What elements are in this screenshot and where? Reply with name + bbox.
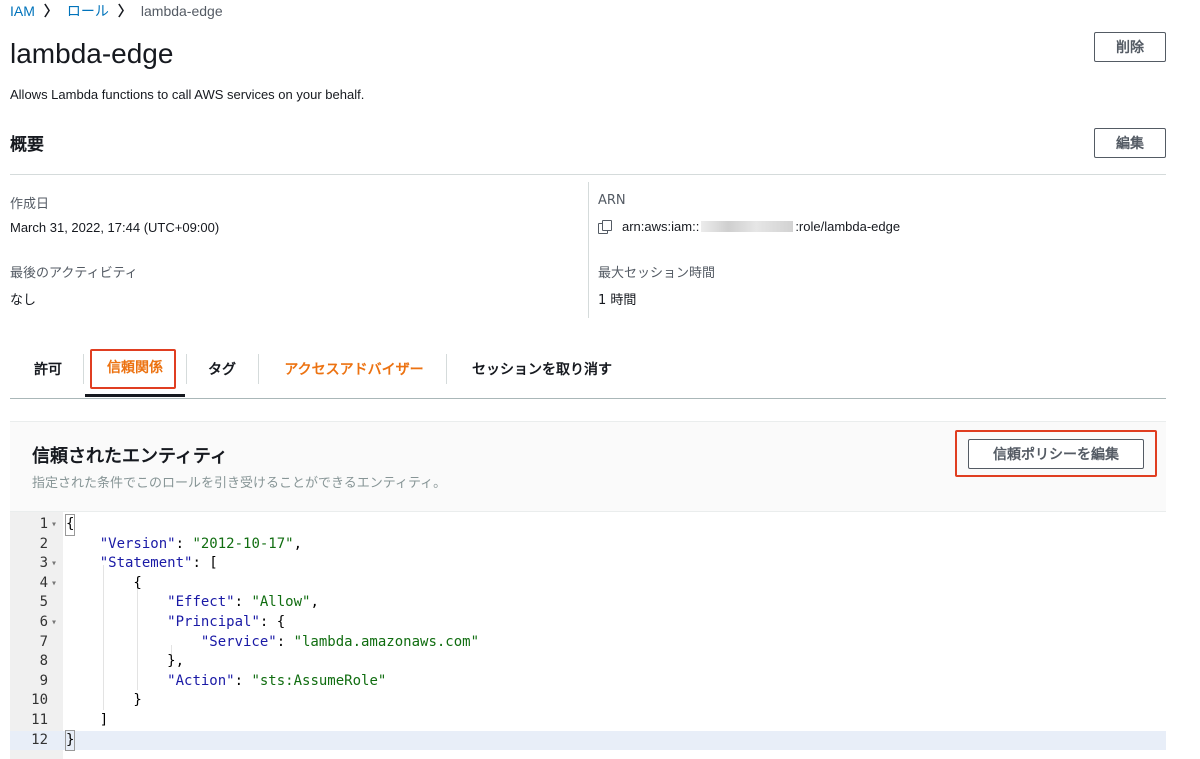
delete-button[interactable]: 削除 <box>1094 32 1166 62</box>
code-text: { <box>66 574 142 591</box>
copy-icon[interactable] <box>598 219 612 234</box>
code-line-active: 12 } <box>10 729 1166 752</box>
panel-header: 信頼されたエンティティ 指定された条件でこのロールを引き受けることができるエンテ… <box>10 422 1166 512</box>
code-line: 7 "Service": "lambda.amazonaws.com" <box>10 633 1166 653</box>
edit-trust-policy-button[interactable]: 信頼ポリシーを編集 <box>968 439 1144 469</box>
code-text: "Principal": { <box>167 614 286 630</box>
tab-permissions[interactable]: 許可 <box>22 340 74 397</box>
role-description: Allows Lambda functions to call AWS serv… <box>10 87 365 102</box>
code-text: } <box>64 729 76 752</box>
code-line: 4 ▾ { <box>10 574 1166 594</box>
tab-separator <box>186 354 187 384</box>
summary-column-divider <box>588 182 589 318</box>
code-line: 3 ▾ "Statement": [ <box>10 554 1166 574</box>
tab-revoke-sessions[interactable]: セッションを取り消す <box>458 340 626 397</box>
line-number: 3 <box>39 555 48 572</box>
code-line: 9 "Action": "sts:AssumeRole" <box>10 672 1166 692</box>
panel-description: 指定された条件でこのロールを引き受けることができるエンティティ。 <box>32 476 447 491</box>
code-text: { <box>64 514 76 536</box>
policy-code-editor[interactable]: 1 ▾ { 2 "Version": "2012-10-17", 3 ▾ "St… <box>10 512 1166 759</box>
code-text: ] <box>66 712 109 728</box>
code-line: 5 "Effect": "Allow", <box>10 593 1166 613</box>
line-number: 1 <box>39 516 48 532</box>
max-session-value: 1 時間 <box>598 293 637 308</box>
arn-label: ARN <box>598 193 626 208</box>
code-text: } <box>66 692 142 709</box>
tab-separator <box>83 354 84 384</box>
breadcrumb-roles-link[interactable]: ロール <box>67 1 109 21</box>
tab-tags[interactable]: タグ <box>196 340 248 397</box>
tab-separator <box>258 354 259 384</box>
page-title: lambda-edge <box>10 38 174 69</box>
fold-arrow-icon[interactable]: ▾ <box>51 554 57 574</box>
arn-prefix: arn:aws:iam:: <box>622 219 700 234</box>
code-text: }, <box>66 653 185 670</box>
code-line: 6 ▾ "Principal": { <box>10 613 1166 633</box>
line-number: 7 <box>39 633 48 650</box>
redacted-account-id <box>701 221 794 232</box>
line-number: 10 <box>31 692 48 709</box>
code-line: 11 ] <box>10 711 1166 731</box>
code-text: "Action": "sts:AssumeRole" <box>167 672 387 689</box>
code-text: "Service": "lambda.amazonaws.com" <box>200 633 480 650</box>
fold-arrow-icon[interactable]: ▾ <box>51 574 57 594</box>
summary-heading: 概要 <box>10 135 44 155</box>
tab-separator <box>446 354 447 384</box>
breadcrumb: IAM 〉 ロール 〉 lambda-edge <box>10 0 223 22</box>
max-session-label: 最大セッション時間 <box>598 266 716 281</box>
breadcrumb-current: lambda-edge <box>140 3 223 19</box>
arn-value: arn:aws:iam:: :role/lambda-edge <box>598 219 900 234</box>
last-activity-value: なし <box>10 293 37 308</box>
tab-access-advisor[interactable]: アクセスアドバイザー <box>270 340 438 397</box>
breadcrumb-iam-link[interactable]: IAM <box>10 3 35 19</box>
created-label: 作成日 <box>10 197 50 212</box>
chevron-right-icon: 〉 <box>117 3 132 19</box>
trusted-entities-panel: 信頼されたエンティティ 指定された条件でこのロールを引き受けることができるエンテ… <box>10 421 1166 759</box>
line-number: 9 <box>39 672 48 689</box>
line-number: 8 <box>39 653 48 670</box>
line-number: 5 <box>39 594 48 611</box>
line-number: 12 <box>31 731 48 748</box>
line-number: 11 <box>31 712 48 728</box>
tab-bar: 許可 信頼関係 タグ アクセスアドバイザー セッションを取り消す <box>10 340 1166 399</box>
created-value: March 31, 2022, 17:44 (UTC+09:00) <box>10 220 220 235</box>
panel-title: 信頼されたエンティティ <box>32 446 228 467</box>
code-text: "Statement": [ <box>99 555 218 572</box>
code-text: "Version": "2012-10-17", <box>99 535 303 552</box>
chevron-right-icon: 〉 <box>43 3 58 19</box>
fold-arrow-icon[interactable]: ▾ <box>51 613 57 633</box>
arn-suffix: :role/lambda-edge <box>795 219 901 234</box>
code-line: 2 "Version": "2012-10-17", <box>10 535 1166 555</box>
line-number: 2 <box>39 535 48 552</box>
code-line: 10 } <box>10 691 1166 711</box>
tab-highlight-box <box>90 349 176 389</box>
code-text: "Effect": "Allow", <box>167 594 319 611</box>
last-activity-label: 最後のアクティビティ <box>10 266 138 281</box>
edit-button[interactable]: 編集 <box>1094 128 1166 158</box>
line-number: 4 <box>39 574 48 591</box>
summary-divider <box>10 174 1166 175</box>
code-line: 1 ▾ { <box>10 514 1166 536</box>
code-line: 8 }, <box>10 652 1166 672</box>
line-number: 6 <box>39 614 48 630</box>
fold-arrow-icon[interactable]: ▾ <box>51 515 57 535</box>
